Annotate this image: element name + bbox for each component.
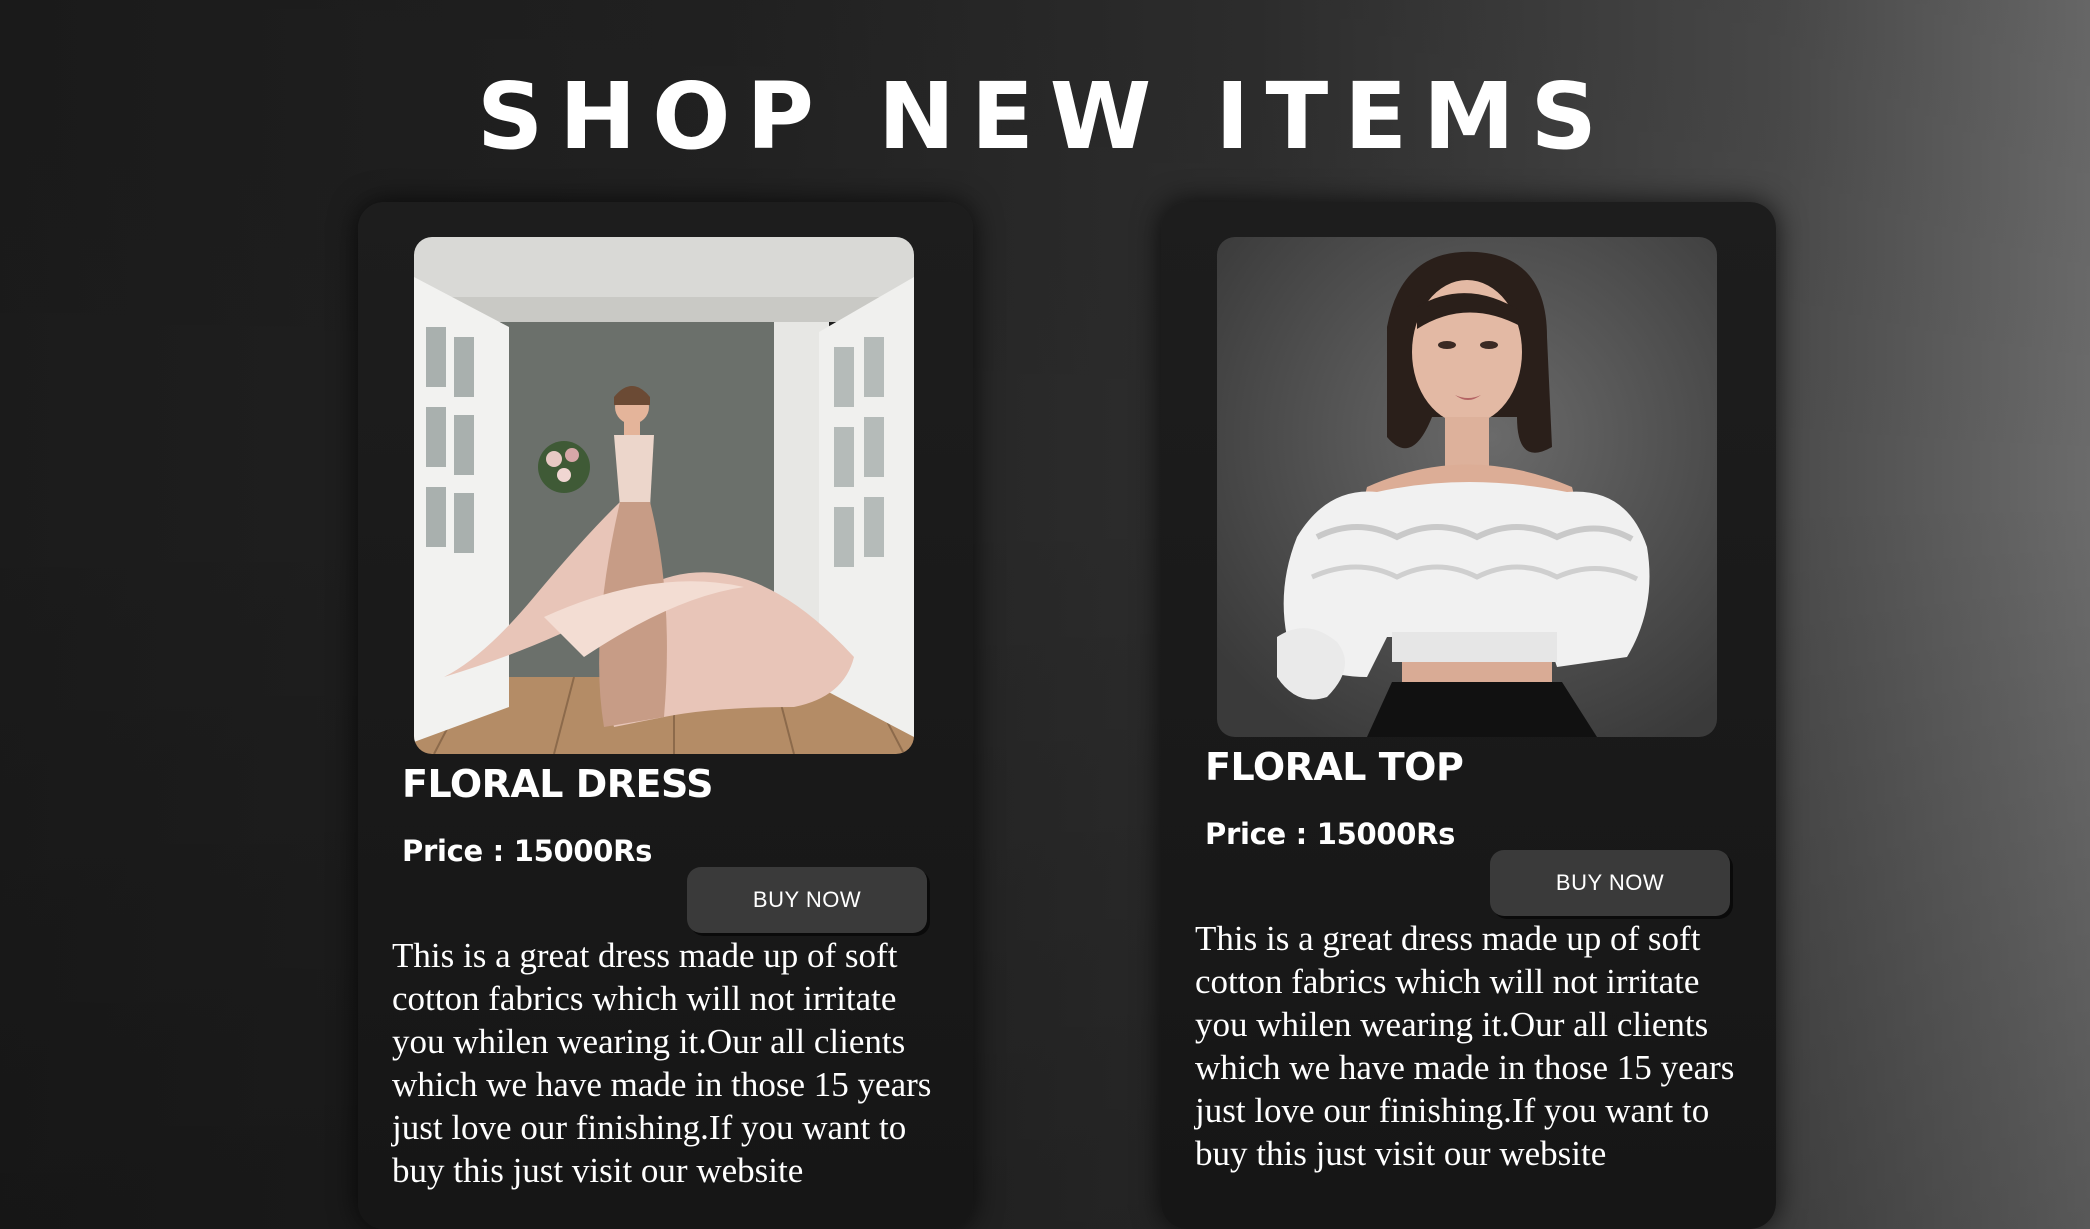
product-image-floral-top xyxy=(1217,237,1717,737)
product-card-floral-dress: FLORAL DRESS Price : 15000Rs BUY NOW Thi… xyxy=(358,202,973,1229)
product-price: Price : 15000Rs xyxy=(402,834,653,868)
page-title: SHOP NEW ITEMS xyxy=(477,62,1613,170)
product-card-floral-top: FLORAL TOP Price : 15000Rs BUY NOW This … xyxy=(1161,202,1776,1229)
product-description: This is a great dress made up of soft co… xyxy=(392,936,932,1190)
buy-now-button[interactable]: BUY NOW xyxy=(1490,850,1730,916)
product-image-floral-dress xyxy=(414,237,914,754)
product-name: FLORAL TOP xyxy=(1205,745,1464,789)
page-background xyxy=(0,0,2090,1229)
product-name: FLORAL DRESS xyxy=(402,762,714,806)
product-price: Price : 15000Rs xyxy=(1205,817,1456,851)
product-description: This is a great dress made up of soft co… xyxy=(1195,919,1735,1173)
buy-now-button[interactable]: BUY NOW xyxy=(687,867,927,933)
